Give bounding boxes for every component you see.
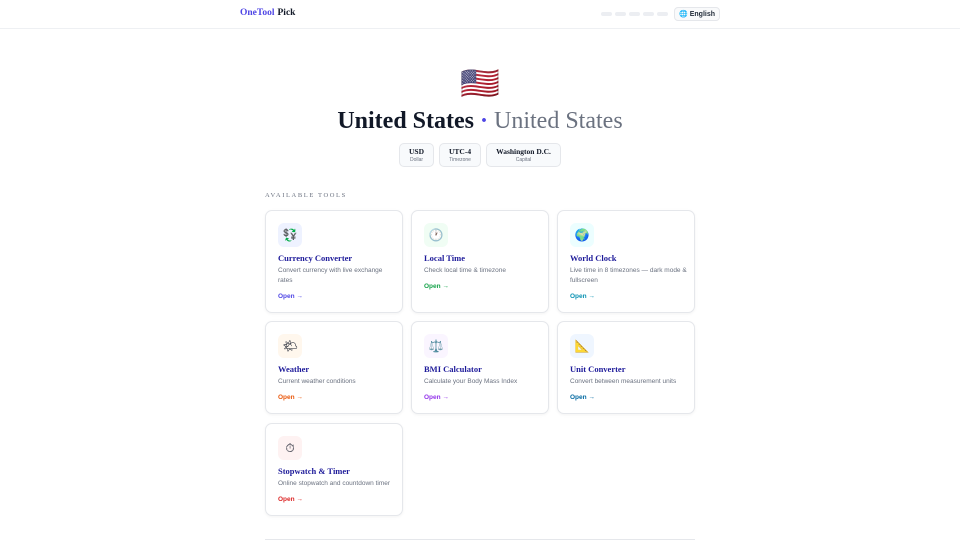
us-flag-icon: 🇺🇸 — [460, 64, 500, 102]
tool-card[interactable]: 🌍 World Clock Live time in 8 timezones — d… — [557, 210, 695, 313]
timezone-chip: UTC-4 Timezone — [439, 143, 482, 167]
globe-icon: 🌍 — [570, 223, 594, 247]
clock-icon: 🕐 — [424, 223, 448, 247]
open-link[interactable]: Open → — [278, 293, 303, 300]
globe-icon: 🌐 — [679, 11, 688, 18]
tool-description: Current weather conditions — [278, 378, 356, 385]
tool-description: Online stopwatch and countdown timer — [278, 480, 391, 487]
language-label: English — [689, 10, 715, 18]
nav-link-placeholder[interactable] — [629, 12, 640, 16]
tool-description: Live time in 8 timezones — dark mode & f… — [570, 267, 687, 284]
ruler-icon: 📐 — [570, 334, 594, 358]
country-info-chips: USD Dollar UTC-4 Timezone Washington D.C… — [399, 143, 561, 167]
tool-description: Calculate your Body Mass Index — [424, 378, 518, 385]
open-link[interactable]: Open → — [424, 283, 449, 290]
chip-value: UTC-4 — [449, 147, 472, 156]
tool-card[interactable]: ⏱ Stopwatch & Timer Online stopwatch and c… — [265, 423, 403, 516]
tool-name: BMI Calculator — [424, 364, 482, 374]
section-heading: AVAILABLE TOOLS — [265, 192, 347, 199]
stopwatch-icon: ⏱ — [278, 436, 302, 460]
tool-name: Local Time — [424, 253, 466, 263]
tool-description: Convert between measurement units — [570, 378, 677, 385]
scale-icon: ⚖️ — [424, 334, 448, 358]
open-link[interactable]: Open → — [424, 394, 449, 401]
nav-link-placeholder[interactable] — [601, 12, 612, 16]
weather-icon: 🌤 — [278, 334, 302, 358]
tool-card[interactable]: 📐 Unit Converter Convert between measureme… — [557, 321, 695, 414]
currency-exchange-icon: 💱 — [278, 223, 302, 247]
tool-name: World Clock — [570, 253, 617, 263]
tool-card[interactable]: ⚖️ BMI Calculator Calculate your Body Mass… — [411, 321, 549, 414]
tool-description: Check local time & timezone — [424, 267, 507, 274]
page-title: United States · United States — [0, 108, 960, 135]
chip-label: Capital — [515, 157, 532, 163]
tool-card[interactable]: 💱 Currency Converter Convert currency with… — [265, 210, 403, 313]
tool-name: Stopwatch & Timer — [278, 466, 350, 476]
currency-chip: USD Dollar — [399, 143, 435, 167]
nav-link-placeholder[interactable] — [615, 12, 626, 16]
chip-value: USD — [409, 147, 425, 156]
tool-name: Currency Converter — [278, 253, 353, 263]
tool-card[interactable]: 🕐 Local Time Check local time & timezone Op… — [411, 210, 549, 313]
tool-card[interactable]: 🌤 Weather Current weather conditions Open → — [265, 321, 403, 414]
title-separator: · — [480, 108, 489, 134]
open-link[interactable]: Open → — [278, 394, 303, 401]
chip-label: Timezone — [449, 157, 471, 163]
top-header: OneTool Pick 🌐 English — [0, 0, 960, 29]
logo-part-one: OneTool — [240, 8, 275, 18]
tool-name: Unit Converter — [570, 364, 626, 374]
chip-label: Dollar — [409, 157, 424, 163]
site-logo[interactable]: OneTool Pick — [240, 8, 295, 18]
country-native-name: United States — [494, 108, 623, 134]
logo-part-two: Pick — [277, 8, 296, 18]
country-name: United States — [337, 108, 474, 134]
tool-description: Convert currency with live exchange rate… — [278, 267, 383, 284]
nav-link-placeholder[interactable] — [643, 12, 654, 16]
open-link[interactable]: Open → — [570, 394, 595, 401]
nav-link-placeholder[interactable] — [657, 12, 668, 16]
capital-chip: Washington D.C. Capital — [486, 143, 561, 167]
language-selector-button[interactable]: 🌐 English — [674, 7, 720, 21]
chip-value: Washington D.C. — [496, 147, 551, 156]
open-link[interactable]: Open → — [570, 293, 595, 300]
tool-name: Weather — [278, 364, 310, 374]
open-link[interactable]: Open → — [278, 496, 303, 503]
